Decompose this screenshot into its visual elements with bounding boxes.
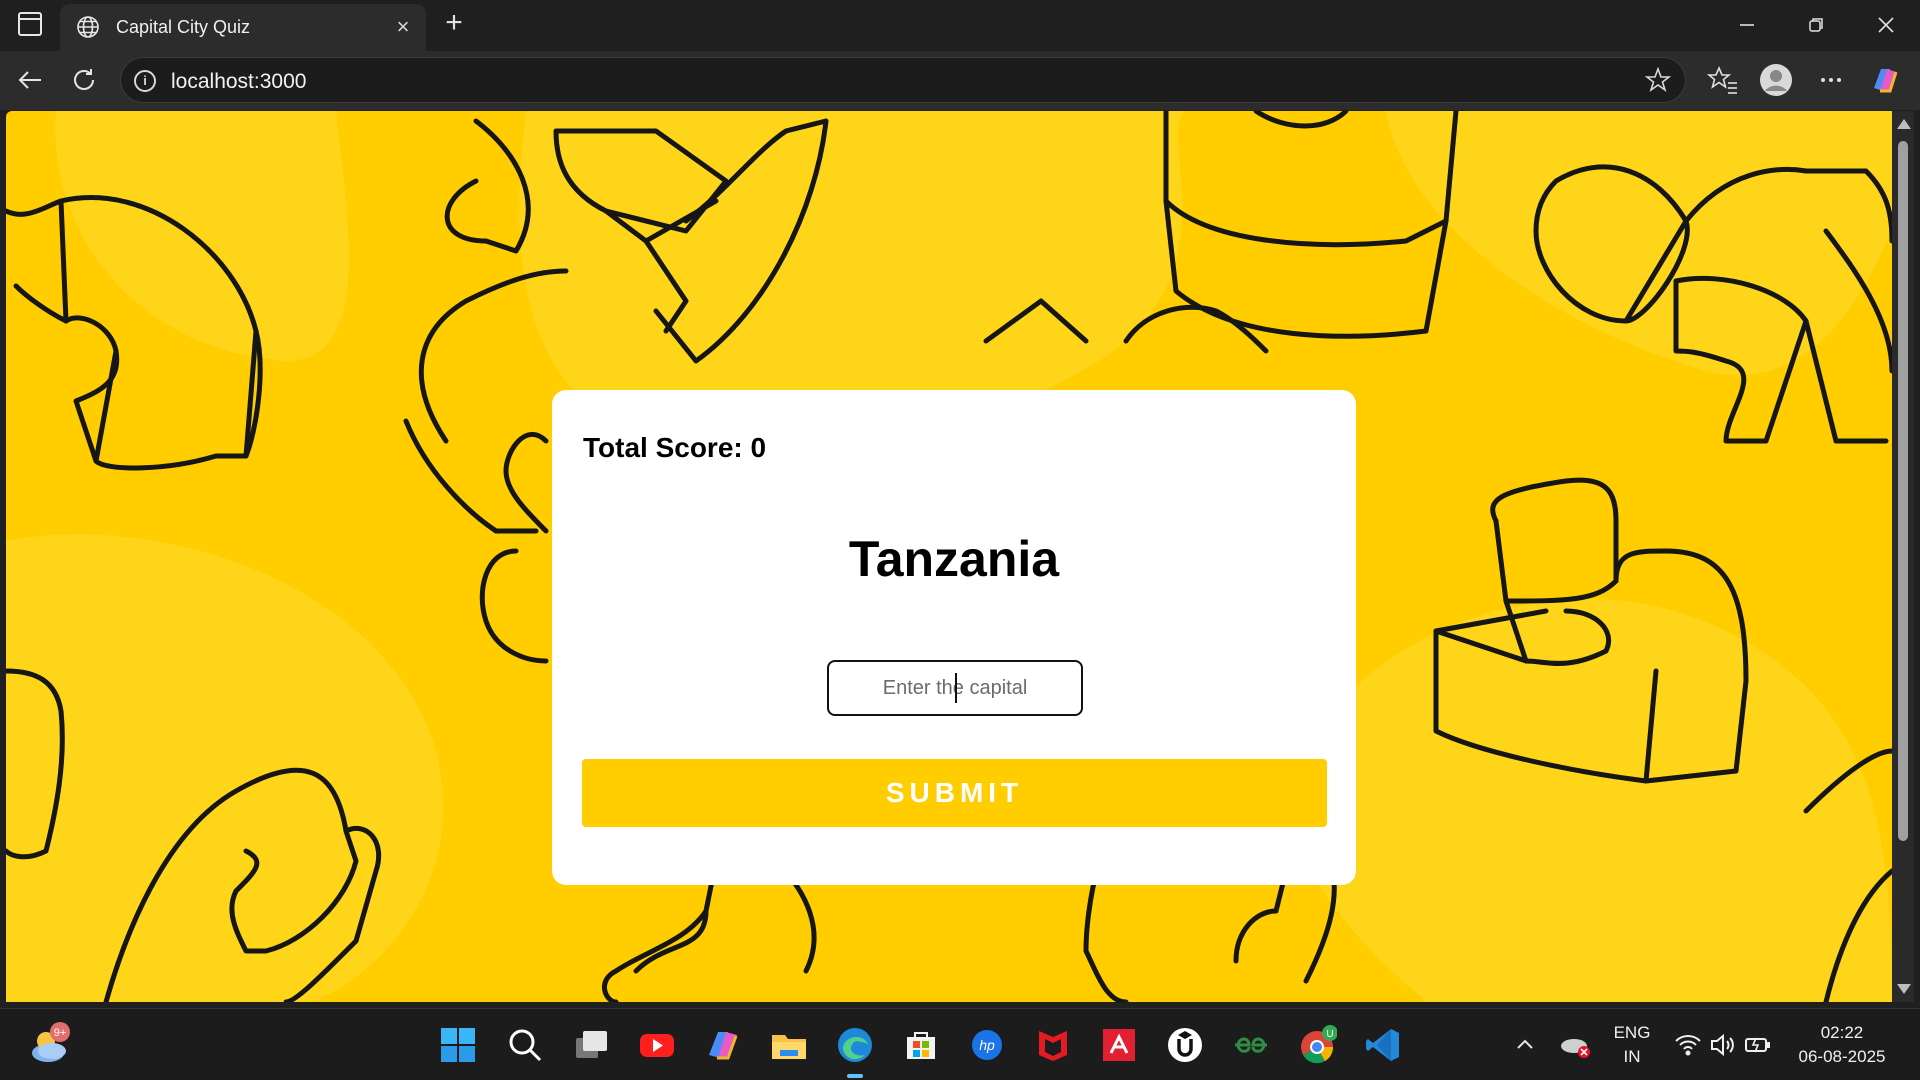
tab-title: Capital City Quiz [116, 17, 251, 37]
copilot-icon[interactable] [1868, 63, 1902, 97]
chrome-icon[interactable]: U [1297, 1025, 1337, 1065]
language-top[interactable]: ENG [1612, 1023, 1652, 1043]
task-view-icon[interactable] [571, 1025, 611, 1065]
score-label: Total Score: [583, 432, 751, 463]
active-app-indicator [847, 1074, 863, 1078]
wifi-icon[interactable] [1673, 1030, 1703, 1060]
country-name: Tanzania [848, 531, 1060, 587]
browser-toolbar: i localhost:3000 [0, 51, 1920, 110]
star-icon[interactable] [1645, 67, 1671, 93]
close-icon[interactable] [1871, 10, 1901, 40]
tab-capital-city-quiz[interactable]: Capital City Quiz × [60, 4, 426, 51]
submit-button[interactable]: SUBMIT [582, 759, 1327, 827]
tab-bar: Capital City Quiz × + [0, 0, 1920, 51]
new-tab-button[interactable]: + [440, 8, 468, 38]
minimize-icon[interactable] [1732, 10, 1762, 40]
language-bottom[interactable]: IN [1612, 1047, 1652, 1067]
globe-icon [77, 16, 99, 38]
volume-icon[interactable] [1708, 1030, 1738, 1060]
svg-text:hp: hp [979, 1037, 995, 1053]
close-tab-icon[interactable]: × [392, 16, 414, 38]
copilot-icon[interactable] [703, 1025, 743, 1065]
scroll-thumb[interactable] [1898, 141, 1908, 841]
microsoft-store-icon[interactable] [901, 1025, 941, 1065]
start-icon[interactable] [438, 1025, 478, 1065]
address-bar[interactable]: i localhost:3000 [120, 57, 1686, 103]
favorites-icon[interactable] [1706, 63, 1740, 97]
text-caret [955, 673, 957, 703]
quiz-card: Total Score: 0 Tanzania SUBMIT [552, 390, 1356, 885]
chrome-badge: U [1326, 1029, 1333, 1040]
youtube-icon[interactable] [637, 1025, 677, 1065]
vertical-scrollbar[interactable] [1892, 111, 1914, 1002]
onedrive-icon[interactable] [1558, 1028, 1592, 1062]
show-hidden-icons-icon[interactable] [1510, 1030, 1540, 1060]
mcafee-icon[interactable] [1033, 1025, 1073, 1065]
scroll-up-icon[interactable] [1897, 119, 1911, 129]
hp-icon[interactable]: hp [967, 1025, 1007, 1065]
geeksforgeeks-icon[interactable] [1231, 1025, 1271, 1065]
weather-badge: 9+ [54, 1027, 67, 1039]
battery-icon[interactable] [1743, 1030, 1773, 1060]
scroll-down-icon[interactable] [1897, 984, 1911, 994]
sidebar-icon[interactable] [18, 12, 42, 36]
info-icon[interactable]: i [134, 70, 156, 92]
total-score: Total Score: 0 [583, 432, 766, 464]
amd-icon[interactable] [1099, 1025, 1139, 1065]
restore-icon[interactable] [1801, 10, 1831, 40]
windows-taskbar: 9+ hp U ENG IN 02:22 06-08-2025 [0, 1008, 1920, 1080]
address-url[interactable]: localhost:3000 [171, 70, 306, 94]
score-value: 0 [750, 432, 767, 463]
udemy-icon[interactable] [1165, 1025, 1205, 1065]
search-icon[interactable] [505, 1025, 545, 1065]
refresh-icon[interactable] [68, 64, 100, 96]
profile-icon[interactable] [1759, 63, 1793, 97]
page-viewport: Total Score: 0 Tanzania SUBMIT [6, 111, 1892, 1002]
clock-time[interactable]: 02:22 [1792, 1023, 1892, 1043]
more-icon[interactable] [1814, 63, 1848, 97]
file-explorer-icon[interactable] [769, 1025, 809, 1065]
edge-icon[interactable] [835, 1025, 875, 1065]
clock-date[interactable]: 06-08-2025 [1792, 1047, 1892, 1067]
vscode-icon[interactable] [1363, 1025, 1403, 1065]
weather-icon[interactable]: 9+ [26, 1021, 72, 1067]
back-icon[interactable] [14, 64, 46, 96]
